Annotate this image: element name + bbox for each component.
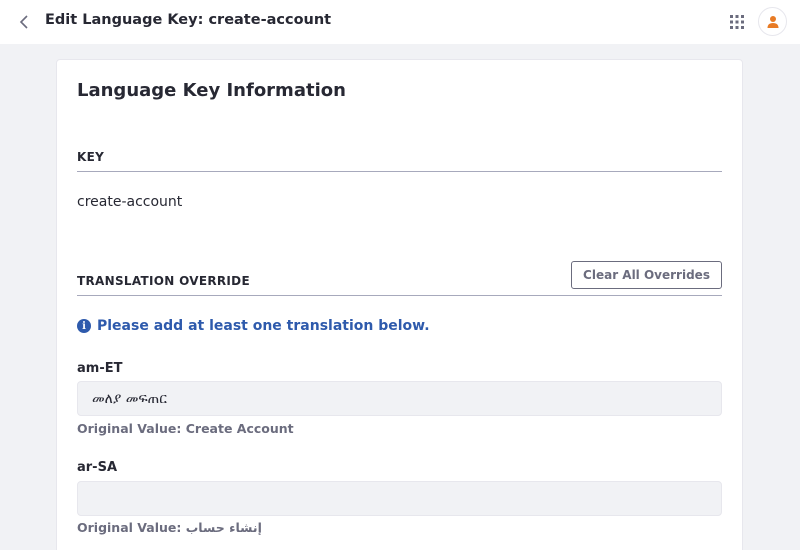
key-divider: [77, 171, 722, 172]
info-circle-icon: i: [77, 319, 91, 333]
page-title: Edit Language Key: create-account: [45, 12, 332, 28]
key-value: create-account: [77, 194, 183, 210]
back-button[interactable]: [14, 12, 34, 32]
original-value-label: Original Value:: [77, 520, 182, 535]
original-value-text: Create Account: [185, 421, 294, 436]
translation-input-am-et[interactable]: [77, 381, 722, 416]
locale-label-ar-sa: ar-SA: [77, 460, 118, 475]
card-title: Language Key Information: [77, 80, 346, 101]
original-value-text: إنشاء حساب: [185, 520, 262, 535]
chevron-left-icon: [19, 15, 28, 29]
top-bar: Edit Language Key: create-account: [0, 0, 800, 44]
key-section-label: KEY: [77, 150, 105, 164]
language-key-card: Language Key Information KEY create-acco…: [56, 59, 743, 550]
clear-all-overrides-button[interactable]: Clear All Overrides: [571, 261, 722, 289]
translation-input-ar-sa[interactable]: [77, 481, 722, 516]
info-message: Please add at least one translation belo…: [97, 318, 430, 334]
original-value-am-et: Original Value: Create Account: [77, 421, 294, 436]
user-avatar-button[interactable]: [758, 7, 787, 36]
locale-label-am-et: am-ET: [77, 361, 123, 376]
info-alert: i Please add at least one translation be…: [77, 318, 430, 334]
grid-icon: [730, 15, 744, 29]
translation-override-label: TRANSLATION OVERRIDE: [77, 274, 250, 288]
original-value-ar-sa: Original Value: إنشاء حساب: [77, 520, 262, 535]
translation-divider: [77, 295, 722, 296]
apps-menu-button[interactable]: [726, 11, 748, 33]
original-value-label: Original Value:: [77, 421, 182, 436]
user-icon: [767, 15, 778, 28]
